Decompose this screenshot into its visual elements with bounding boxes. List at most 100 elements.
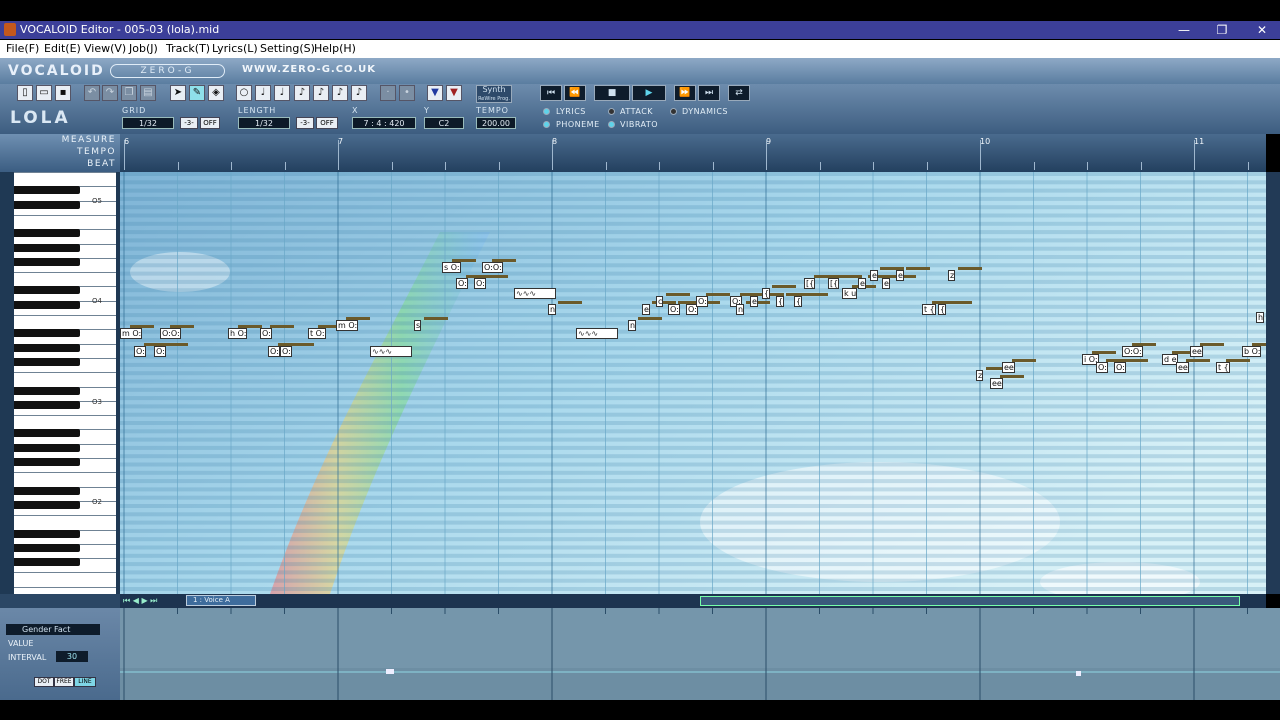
note-lyric[interactable]: z [948, 270, 956, 281]
note-lyric[interactable]: s [414, 320, 422, 331]
note-bar[interactable] [804, 293, 828, 296]
piano-black-key[interactable] [14, 257, 80, 266]
eighth-note-icon[interactable]: ♪ [294, 85, 310, 101]
note-lyric[interactable]: ee [1190, 346, 1203, 357]
vibrato-marker[interactable]: ∿∿∿ [576, 328, 618, 339]
note-lyric[interactable]: O: [268, 346, 280, 357]
note-bar[interactable] [1200, 343, 1224, 346]
note-lyric[interactable]: m O: [120, 328, 143, 339]
piano-black-key[interactable] [14, 357, 80, 366]
note-bar[interactable] [638, 317, 662, 320]
note-bar[interactable] [170, 325, 194, 328]
copy-icon[interactable]: ❐ [121, 85, 137, 101]
piano-black-key[interactable] [14, 558, 80, 567]
piano-black-key[interactable] [14, 443, 80, 452]
piano-white-key[interactable] [14, 315, 116, 316]
length-triplet-toggle[interactable]: -3- [296, 117, 314, 129]
minimize-button[interactable]: — [1176, 22, 1192, 38]
note-lyric[interactable]: h [1256, 312, 1265, 323]
piano-black-key[interactable] [14, 500, 80, 509]
close-button[interactable]: ✕ [1254, 22, 1270, 38]
half-note-icon[interactable]: ♩ [255, 85, 271, 101]
piano-black-key[interactable] [14, 400, 80, 409]
menu-file[interactable]: File(F) [6, 42, 39, 55]
line-mode-button[interactable]: LINE [74, 677, 96, 687]
note-lyric[interactable]: { [762, 288, 771, 299]
save-icon[interactable]: ▪ [55, 85, 71, 101]
note-lyric[interactable]: O: [668, 304, 680, 315]
triplet-mod-icon[interactable]: • [399, 85, 415, 101]
note-bar[interactable] [1012, 359, 1036, 362]
note-bar[interactable] [1092, 351, 1116, 354]
note-lyric[interactable]: O: [154, 346, 166, 357]
menu-help[interactable]: Help(H) [314, 42, 356, 55]
note-lyric[interactable]: t O: [308, 328, 326, 339]
note-lyric[interactable]: c [656, 296, 664, 307]
note-lyric[interactable]: n [736, 304, 745, 315]
note-bar[interactable] [346, 317, 370, 320]
note-bar[interactable] [1132, 343, 1156, 346]
note-lyric[interactable]: O: [1096, 362, 1108, 373]
piano-black-key[interactable] [14, 300, 80, 309]
undo-icon[interactable]: ↶ [84, 85, 100, 101]
menu-view[interactable]: View(V) [84, 42, 126, 55]
note-lyric[interactable]: e [642, 304, 650, 315]
note-bar[interactable] [772, 285, 796, 288]
note-lyric[interactable]: { [776, 296, 785, 307]
note-bar[interactable] [958, 267, 982, 270]
note-lyric[interactable]: [{ [828, 278, 840, 289]
length-off-toggle[interactable]: OFF [316, 117, 338, 129]
note-lyric[interactable]: b O: [1242, 346, 1262, 357]
grid-off-toggle[interactable]: OFF [200, 117, 220, 129]
vibrato-radio[interactable] [608, 121, 615, 128]
note-lyric[interactable]: e [882, 278, 890, 289]
measure-ruler[interactable] [120, 134, 1266, 172]
note-bar[interactable] [270, 325, 294, 328]
pencil-tool-icon[interactable]: ✎ [189, 85, 205, 101]
note-bar[interactable] [948, 301, 972, 304]
note-lyric[interactable]: { [794, 296, 803, 307]
note-lyric[interactable]: O:O: [1122, 346, 1143, 357]
note-lyric[interactable]: O: [456, 278, 468, 289]
rewind-icon[interactable]: ⏪ [564, 85, 586, 101]
piano-black-key[interactable] [14, 543, 80, 552]
note-lyric[interactable]: O:O: [482, 262, 503, 273]
piano-white-key[interactable] [14, 172, 116, 173]
piano-white-key[interactable] [14, 572, 116, 574]
note-lyric[interactable]: O: [260, 328, 272, 339]
menu-lyrics[interactable]: Lyrics(L) [212, 42, 258, 55]
piano-white-key[interactable] [14, 515, 116, 517]
note-lyric[interactable]: z [976, 370, 984, 381]
piano-roll-grid[interactable]: m O: O: O: O:O: h O: O: O: O: t O: m O: s s O: O: O: O… [120, 172, 1266, 594]
note-lyric[interactable]: e [896, 270, 904, 281]
open-folder-icon[interactable]: ▭ [36, 85, 52, 101]
note-bar[interactable] [484, 275, 508, 278]
piano-black-key[interactable] [14, 186, 80, 195]
note-lyric[interactable]: m O: [336, 320, 359, 331]
note-bar[interactable] [1186, 359, 1210, 362]
note-lyric[interactable]: O: [696, 296, 708, 307]
dot-mod-icon[interactable]: · [380, 85, 396, 101]
track-nav-icons[interactable]: ⏮ ◀ ▶ ⏭ [123, 596, 157, 606]
note-lyric[interactable]: O: [280, 346, 292, 357]
note-bar[interactable] [706, 293, 730, 296]
note-bar[interactable] [1000, 375, 1024, 378]
note-lyric[interactable]: [{ [804, 278, 816, 289]
new-file-icon[interactable]: ▯ [17, 85, 33, 101]
note-lyric[interactable]: O: [474, 278, 486, 289]
note-lyric[interactable]: t { [922, 304, 936, 315]
piano-black-key[interactable] [14, 458, 80, 466]
note-bar[interactable] [906, 267, 930, 270]
piano-black-key[interactable] [14, 286, 80, 295]
loop-icon[interactable]: ⇄ [728, 85, 750, 101]
eraser-tool-icon[interactable]: ◈ [208, 85, 224, 101]
interval-input[interactable]: 30 [56, 651, 88, 662]
arrow-tool-icon[interactable]: ➤ [170, 85, 186, 101]
menu-track[interactable]: Track(T) [166, 42, 210, 55]
piano-black-key[interactable] [14, 229, 80, 238]
tempo-readout[interactable]: 200.00 [476, 117, 516, 129]
note-bar[interactable] [1252, 343, 1266, 346]
piano-white-key[interactable] [14, 272, 116, 274]
note-bar[interactable] [1124, 359, 1148, 362]
sixtyfourth-note-icon[interactable]: ♪ [351, 85, 367, 101]
